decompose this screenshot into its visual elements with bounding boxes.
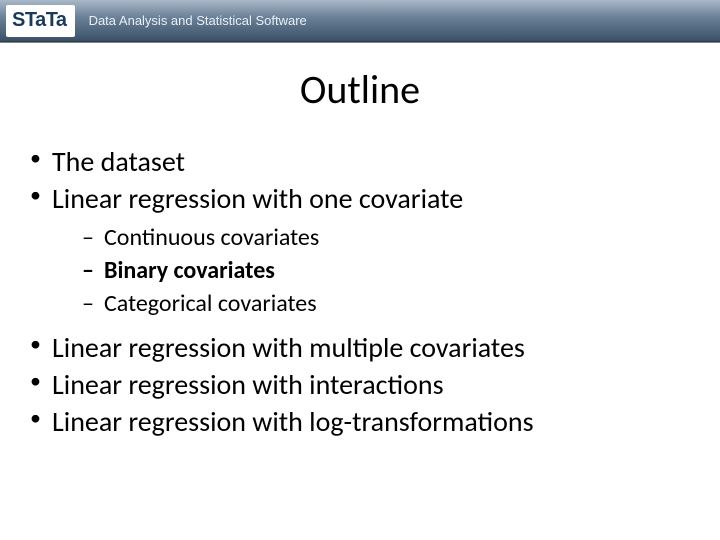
list-item: Categorical covariates <box>52 288 694 319</box>
header-bar: STaTa Data Analysis and Statistical Soft… <box>0 0 720 42</box>
page-title: Outline <box>0 65 720 114</box>
bullet-text: Linear regression with log-transformatio… <box>52 404 534 439</box>
list-item: Linear regression with multiple covariat… <box>26 330 694 365</box>
bullet-text: The dataset <box>52 144 185 179</box>
list-item: The dataset <box>26 144 694 179</box>
bullet-text: Binary covariates <box>104 256 275 285</box>
bullet-text: Linear regression with interactions <box>52 367 444 402</box>
list-item: Binary covariates <box>52 255 694 286</box>
bullet-text: Linear regression with multiple covariat… <box>52 330 525 365</box>
header-tagline: Data Analysis and Statistical Software <box>89 13 307 28</box>
list-item: Linear regression with interactions <box>26 367 694 402</box>
bullet-text: Continuous covariates <box>104 223 319 252</box>
list-item: Linear regression with log-transformatio… <box>26 404 694 439</box>
list-item: Linear regression with one covariate Con… <box>26 181 694 320</box>
stata-logo: STaTa <box>6 5 75 37</box>
outline-sublist: Continuous covariates Binary covariates … <box>52 222 694 320</box>
list-item: Continuous covariates <box>52 222 694 253</box>
slide: STaTa Data Analysis and Statistical Soft… <box>0 0 720 540</box>
outline-list: The dataset Linear regression with one c… <box>26 144 694 439</box>
logo-text: STaTa <box>12 9 67 32</box>
content-area: The dataset Linear regression with one c… <box>0 144 720 439</box>
bullet-text: Linear regression with one covariate <box>52 181 463 216</box>
bullet-text: Categorical covariates <box>104 289 317 318</box>
header-underline <box>0 42 720 43</box>
